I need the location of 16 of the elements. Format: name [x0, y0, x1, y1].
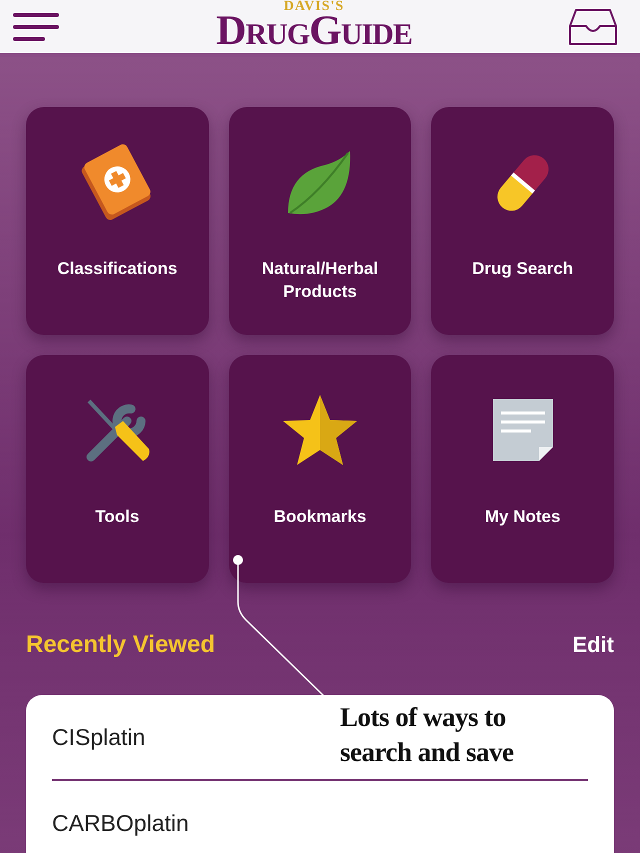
logo-word: DRUG [216, 14, 310, 52]
menu-icon[interactable] [12, 10, 60, 42]
inbox-icon[interactable] [568, 8, 618, 46]
list-item[interactable]: CISplatin [52, 724, 146, 750]
logo-word: GUIDE [309, 14, 412, 52]
annotation-text: Lots of ways to search and save [340, 701, 515, 769]
section-title: Recently Viewed [26, 631, 215, 659]
menu-tile[interactable]: My Notes [431, 355, 614, 583]
edit-button[interactable]: Edit [572, 632, 614, 658]
list-item[interactable]: CARBOplatin [52, 810, 189, 836]
menu-tile[interactable]: Classifications [26, 107, 209, 335]
menu-tile[interactable]: Natural/Herbal Products [228, 107, 412, 335]
menu-tile[interactable]: Tools [26, 355, 209, 583]
menu-tile[interactable]: Bookmarks [228, 355, 412, 583]
logo-subtitle: DAVIS'S [284, 0, 344, 14]
menu-tile[interactable]: Drug Search [431, 107, 614, 335]
